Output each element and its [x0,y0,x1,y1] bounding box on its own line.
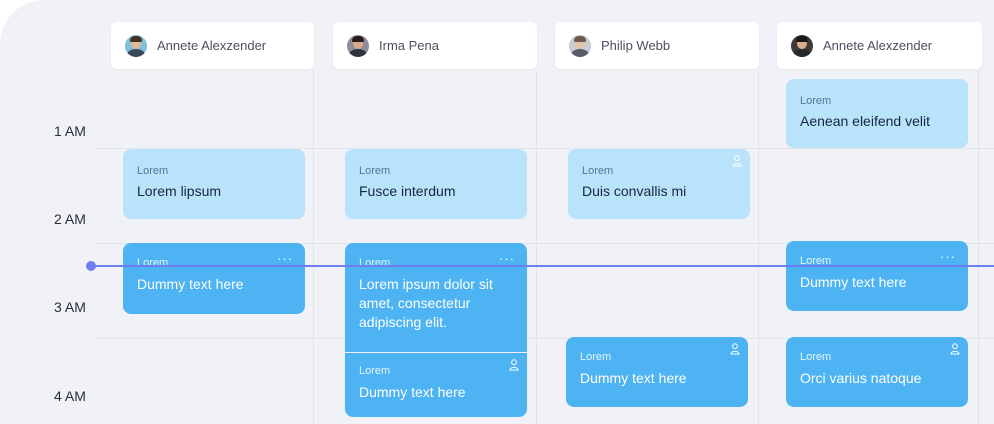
column-header-annete[interactable]: Annete Alexzender [111,22,314,69]
more-icon[interactable]: ··· [940,249,956,264]
event-card[interactable]: Lorem Lorem lipsum [123,149,305,219]
event-tag: Lorem [800,351,832,363]
event-tag: Lorem [359,165,391,177]
event-card[interactable]: Lorem Duis convallis mi [568,149,750,219]
event-card[interactable]: Lorem Dummy text here [345,353,527,417]
hour-label: 2 AM [54,211,86,227]
column-name: Irma Pena [379,38,439,53]
person-icon[interactable] [732,155,742,167]
column-header-philip[interactable]: Philip Webb [555,22,759,69]
avatar [347,34,369,57]
event-card[interactable]: Lorem Dummy text here ··· [786,241,968,311]
event-tag: Lorem [359,257,391,269]
event-title: Dummy text here [359,384,466,400]
avatar [569,34,591,57]
event-tag: Lorem [582,165,614,177]
avatar [791,34,813,57]
event-card[interactable]: Lorem Dummy text here ··· [123,243,305,314]
event-title: Lorem ipsum dolor sit amet, consectetur … [359,276,493,330]
column-name: Annete Alexzender [157,38,267,53]
person-icon[interactable] [950,343,960,355]
event-card[interactable]: Lorem Fusce interdum [345,149,527,219]
event-title: Orci varius natoque [800,370,922,386]
avatar [125,34,147,57]
hour-label: 1 AM [54,123,86,139]
event-card[interactable]: Lorem Dummy text here [566,337,748,407]
column-name: Annete Alexzender [823,38,933,53]
grid-line [758,70,759,424]
event-title: Dummy text here [800,274,907,290]
grid-line [536,70,537,424]
event-title: Dummy text here [137,276,244,292]
column-header-irma[interactable]: Irma Pena [333,22,537,69]
more-icon[interactable]: ··· [499,251,515,266]
event-tag: Lorem [359,365,391,377]
grid-line [978,70,979,424]
event-title: Duis convallis mi [582,183,687,199]
current-time-dot[interactable] [86,261,96,271]
column-name: Philip Webb [601,38,671,53]
current-time-line [90,265,994,267]
event-tag: Lorem [800,95,832,107]
hour-label: 4 AM [54,388,86,404]
event-title: Dummy text here [580,370,687,386]
event-title: Lorem lipsum [137,183,222,199]
more-icon[interactable]: ··· [277,251,293,266]
column-header-annete-2[interactable]: Annete Alexzender [777,22,982,69]
event-card[interactable]: Lorem Lorem ipsum dolor sit amet, consec… [345,243,527,352]
person-icon[interactable] [509,359,519,371]
event-tag: Lorem [137,165,169,177]
person-icon[interactable] [730,343,740,355]
hour-label: 3 AM [54,299,86,315]
event-card[interactable]: Lorem Orci varius natoque [786,337,968,407]
grid-line [313,70,314,424]
event-tag: Lorem [580,351,612,363]
calendar-board: 1 AM 2 AM 3 AM 4 AM Annete Alexzender Ir… [0,0,994,424]
event-title: Fusce interdum [359,183,456,199]
event-card[interactable]: Lorem Aenean eleifend velit [786,79,968,148]
event-title: Aenean eleifend velit [800,113,930,129]
event-tag: Lorem [137,257,169,269]
